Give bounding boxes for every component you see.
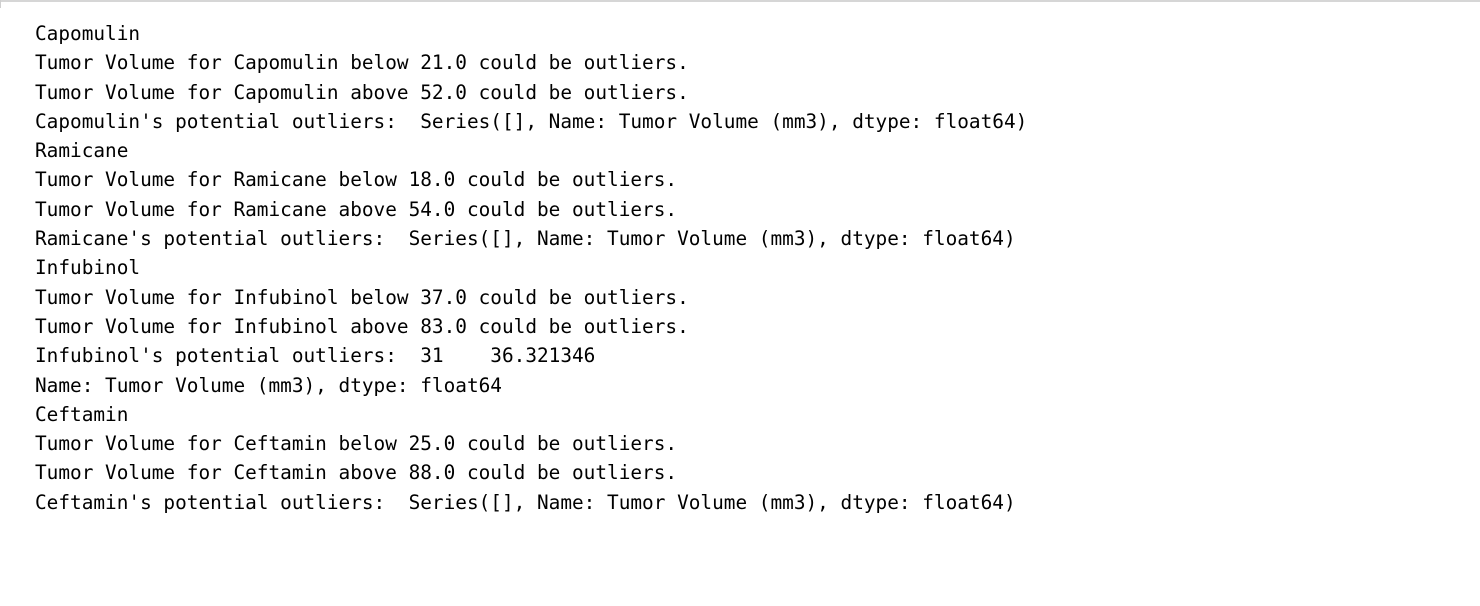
output-line-capomulin-lower-bound: Tumor Volume for Capomulin below 21.0 co… xyxy=(35,51,689,75)
cell-output-area: Capomulin Tumor Volume for Capomulin belo… xyxy=(35,19,1465,517)
output-line-ramicane-header: Ramicane xyxy=(35,139,129,163)
output-line-infubinol-header: Infubinol xyxy=(35,256,141,280)
output-line-capomulin-upper-bound: Tumor Volume for Capomulin above 52.0 co… xyxy=(35,80,689,104)
output-line-ramicane-outliers: Ramicane's potential outliers: Series([]… xyxy=(35,227,1016,251)
output-line-ramicane-upper-bound: Tumor Volume for Ramicane above 54.0 cou… xyxy=(35,197,678,221)
output-line-infubinol-upper-bound: Tumor Volume for Infubinol above 83.0 co… xyxy=(35,314,689,338)
output-line-ceftamin-upper-bound: Tumor Volume for Ceftamin above 88.0 cou… xyxy=(35,461,678,485)
output-line-capomulin-outliers: Capomulin's potential outliers: Series([… xyxy=(35,109,1028,133)
cell-top-border xyxy=(0,0,1480,2)
output-line-ramicane-lower-bound: Tumor Volume for Ramicane below 18.0 cou… xyxy=(35,168,678,192)
output-line-infubinol-series-name: Name: Tumor Volume (mm3), dtype: float64 xyxy=(35,373,502,397)
output-line-infubinol-lower-bound: Tumor Volume for Infubinol below 37.0 co… xyxy=(35,285,689,309)
cell-left-border xyxy=(0,0,1,8)
output-line-ceftamin-lower-bound: Tumor Volume for Ceftamin below 25.0 cou… xyxy=(35,432,678,456)
output-line-capomulin-header: Capomulin xyxy=(35,22,141,45)
output-line-ceftamin-header: Ceftamin xyxy=(35,402,129,426)
output-line-infubinol-outliers: Infubinol's potential outliers: 31 36.32… xyxy=(35,344,596,368)
output-line-ceftamin-outliers: Ceftamin's potential outliers: Series([]… xyxy=(35,490,1016,514)
